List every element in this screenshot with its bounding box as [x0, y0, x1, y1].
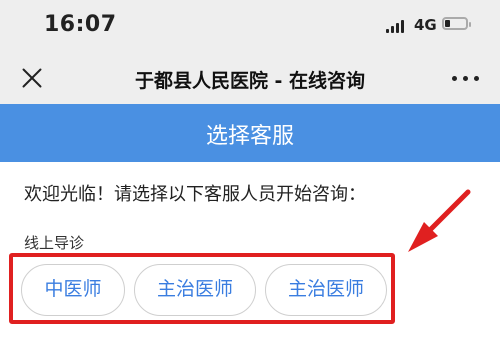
welcome-message: 欢迎光临！请选择以下客服人员开始咨询： — [24, 184, 366, 205]
option-button-tcm-doctor[interactable]: 中医师 — [21, 264, 125, 316]
status-bar: 16:07 4G — [0, 0, 500, 52]
network-type: 4G — [414, 16, 437, 34]
header-title: 选择客服 — [205, 124, 294, 149]
option-button-attending-doctor-1[interactable]: 主治医师 — [134, 264, 256, 316]
status-time: 16:07 — [44, 12, 117, 37]
header-banner: 选择客服 — [0, 104, 500, 162]
section-label: 线上导诊 — [24, 234, 85, 252]
nav-bar: 于都县人民医院 - 在线咨询 — [0, 52, 500, 104]
option-button-attending-doctor-2[interactable]: 主治医师 — [265, 264, 387, 316]
signal-icon — [386, 19, 404, 33]
battery-icon — [442, 17, 471, 30]
more-icon[interactable] — [452, 76, 482, 84]
page-title: 于都县人民医院 - 在线咨询 — [134, 70, 366, 92]
